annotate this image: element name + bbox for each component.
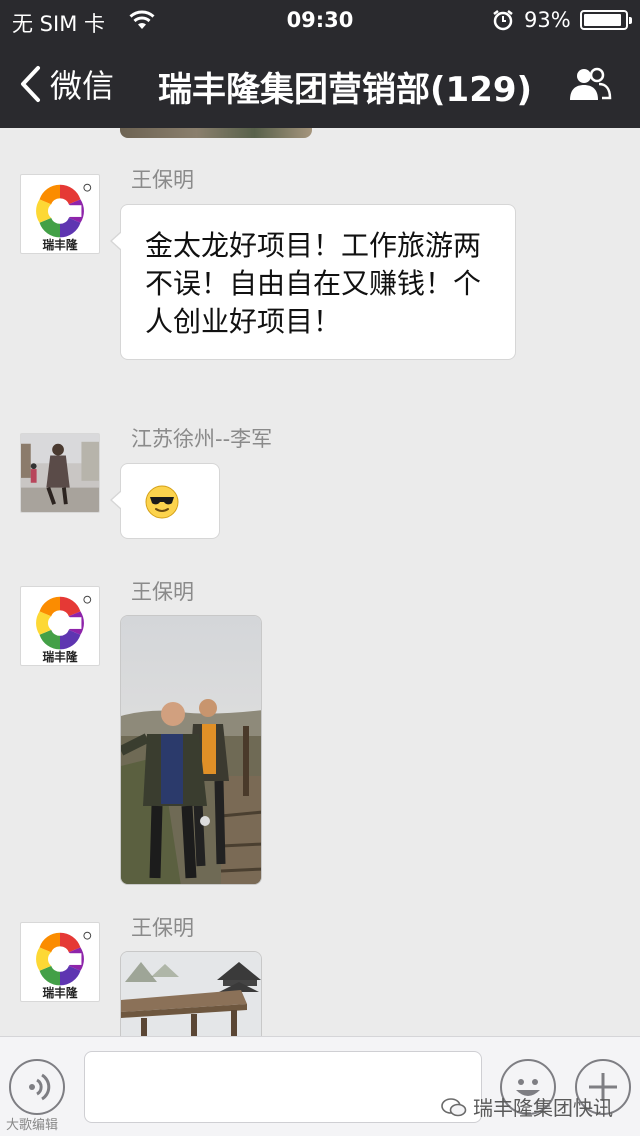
- ruifenglong-logo-icon: 瑞丰隆: [36, 183, 92, 252]
- two-men-outdoor-photo: [121, 616, 261, 884]
- previous-image-message[interactable]: [120, 128, 312, 138]
- status-bar: 无 SIM 卡 09:30 93%: [0, 0, 640, 40]
- logo-text: 瑞丰隆: [42, 238, 77, 252]
- back-button[interactable]: 微信: [18, 62, 114, 106]
- ruifenglong-logo-icon: 瑞丰隆: [36, 931, 92, 1000]
- voice-button[interactable]: [9, 1059, 65, 1115]
- avatar[interactable]: [20, 433, 100, 513]
- image-message[interactable]: [120, 615, 262, 885]
- alarm-icon: [493, 10, 513, 31]
- emoji-bubble[interactable]: [110, 463, 220, 539]
- avatar[interactable]: 瑞丰隆: [20, 586, 100, 666]
- back-label: 微信: [50, 67, 115, 105]
- input-bar: [0, 1036, 640, 1136]
- sender-name: 江苏徐州--李军: [131, 427, 273, 451]
- sender-name: 王保明: [131, 580, 194, 604]
- sunglasses-emoji-icon: [145, 485, 179, 519]
- emoji-icon: [516, 1079, 540, 1096]
- emoji-button[interactable]: [500, 1059, 556, 1115]
- avatar[interactable]: 瑞丰隆: [20, 174, 100, 254]
- battery-fill: [584, 14, 621, 26]
- sender-name: 王保明: [131, 168, 194, 192]
- logo-text: 瑞丰隆: [42, 986, 77, 1000]
- chat-list[interactable]: 瑞丰隆 王保明 金太龙好项目！工作旅游两不误！自由自在又赚钱！个人创业好项目！ …: [0, 128, 640, 1036]
- group-members-icon[interactable]: [566, 66, 614, 102]
- plus-icon: [589, 1073, 617, 1101]
- message-input[interactable]: [84, 1051, 482, 1123]
- image-message[interactable]: [120, 951, 262, 1036]
- chat-title: 瑞丰隆集团营销部(129): [158, 70, 533, 110]
- chevron-left-icon: [21, 66, 40, 102]
- battery-icon: [580, 10, 632, 30]
- pavilion-photo: [121, 952, 261, 1036]
- ruifenglong-logo-icon: 瑞丰隆: [36, 595, 92, 664]
- voice-icon: [29, 1073, 51, 1101]
- sender-name: 王保明: [131, 916, 194, 940]
- battery-percent: 93%: [524, 8, 571, 32]
- more-button[interactable]: [575, 1059, 631, 1115]
- logo-text: 瑞丰隆: [42, 650, 77, 664]
- avatar[interactable]: 瑞丰隆: [20, 922, 100, 1002]
- person-photo-avatar: [21, 434, 99, 512]
- nav-bar: 微信 瑞丰隆集团营销部(129): [0, 40, 640, 128]
- battery-nub: [629, 17, 632, 24]
- text-bubble[interactable]: 金太龙好项目！工作旅游两不误！自由自在又赚钱！个人创业好项目！: [110, 204, 516, 360]
